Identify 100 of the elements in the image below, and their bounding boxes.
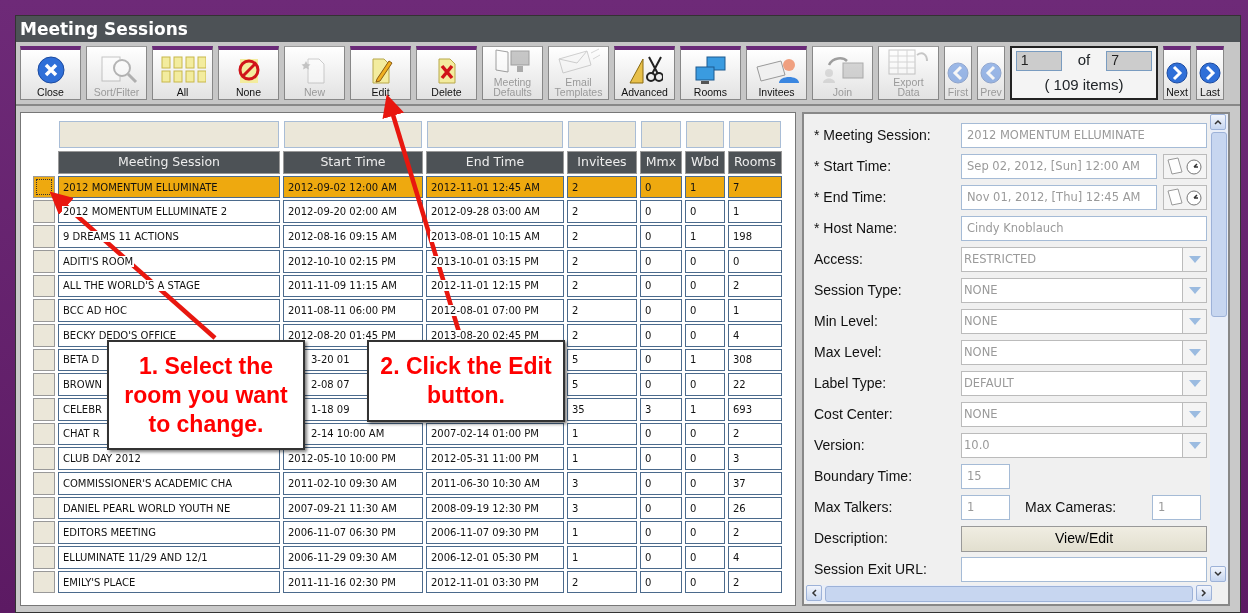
table-cell: 3 (640, 397, 682, 421)
toolbar-button[interactable]: Invitees (746, 46, 807, 100)
number-field[interactable]: 1 (1152, 495, 1202, 520)
callout: 1. Select the room you want to change. (107, 340, 305, 450)
dropdown-arrow-icon[interactable] (1188, 380, 1201, 387)
text-field[interactable]: 2012 MOMENTUM ELLUMINATE (961, 123, 1207, 148)
table-cell: ALL THE WORLD'S A STAGE (58, 274, 280, 298)
field-label: Session Exit URL: (814, 560, 928, 579)
number-field[interactable]: 1 (961, 495, 1010, 520)
dropdown[interactable]: NONE (961, 278, 1207, 303)
field-label: * Host Name: (814, 219, 899, 238)
callout: 2. Click the Edit button. (367, 340, 565, 422)
text-field[interactable]: Cindy Knoblauch (961, 216, 1207, 241)
dropdown-arrow-icon[interactable] (1188, 287, 1201, 294)
column-header[interactable]: Meeting Session (58, 151, 280, 174)
table-cell: 0 (640, 348, 682, 372)
scroll-up-icon[interactable] (1214, 119, 1222, 125)
filter-field[interactable] (729, 121, 781, 148)
table-cell: 0 (640, 447, 682, 470)
filter-field[interactable] (427, 121, 563, 148)
table-cell: 2 (567, 570, 637, 594)
column-header[interactable]: End Time (426, 151, 564, 174)
table-cell: 1 (728, 200, 782, 224)
toolbar-button[interactable]: Edit (350, 46, 411, 100)
field-label: Max Cameras: (1025, 498, 1117, 517)
table-cell: 0 (685, 570, 725, 594)
dropdown-arrow-icon[interactable] (1188, 256, 1201, 263)
dropdown[interactable]: DEFAULT (961, 371, 1207, 396)
table-cell: 2012-11-01 12:45 AM (426, 175, 564, 199)
table-cell: 2012-05-10 10:00 PM (283, 447, 423, 470)
dropdown[interactable]: NONE (961, 402, 1207, 427)
dropdown-arrow-icon[interactable] (1188, 349, 1201, 356)
table-cell: 0 (640, 274, 682, 298)
table-cell: 2 (567, 200, 637, 224)
table-cell: DANIEL PEARL WORLD YOUTH NE (58, 496, 280, 520)
dropdown-arrow-icon[interactable] (1188, 442, 1201, 449)
table-cell: 0 (640, 225, 682, 248)
toolbar-button[interactable]: Close (20, 46, 81, 100)
text-field[interactable] (961, 557, 1207, 582)
scroll-left-icon[interactable] (811, 589, 817, 597)
view-edit-button[interactable]: View/Edit (961, 525, 1207, 552)
filter-field[interactable] (641, 121, 681, 148)
table-cell: 0 (685, 274, 725, 298)
column-header[interactable]: Invitees (567, 151, 637, 174)
spreadsheet-icon (886, 47, 931, 75)
column-header[interactable]: Start Time (283, 151, 423, 174)
toolbar-button[interactable]: Rooms (680, 46, 741, 100)
scroll-right-icon[interactable] (1201, 589, 1207, 597)
date-field[interactable]: Sep 02, 2012, [Sun] 12:00 AM (961, 154, 1157, 179)
table-cell: 0 (685, 299, 725, 322)
close-icon (35, 55, 66, 85)
dropdown[interactable]: 10.0 (961, 433, 1207, 458)
table-cell: EDITORS MEETING (58, 521, 280, 545)
field-label: Min Level: (814, 312, 879, 331)
dropdown-arrow-icon[interactable] (1188, 318, 1201, 325)
dropdown[interactable]: NONE (961, 309, 1207, 334)
dropdown[interactable]: RESTRICTED (961, 247, 1207, 272)
calendar-clock-icon[interactable] (1163, 185, 1207, 210)
toolbar-button[interactable]: Advanced (614, 46, 675, 100)
table-cell: 0 (640, 249, 682, 273)
scroll-down-icon[interactable] (1214, 571, 1222, 577)
toolbar-button[interactable]: Delete (416, 46, 477, 100)
window-title: Meeting Sessions (16, 16, 1240, 42)
table-cell: 2011-06-30 10:30 AM (426, 472, 564, 495)
pager-text: of (1077, 50, 1091, 71)
table-cell: 0 (640, 570, 682, 594)
table-cell: 0 (640, 299, 682, 322)
dropdown-arrow-icon[interactable] (1188, 411, 1201, 418)
table-cell: 2007-09-21 11:30 AM (283, 496, 423, 520)
horizontal-scrollbar[interactable] (806, 585, 1212, 603)
filter-field[interactable] (59, 121, 279, 148)
table-cell: 2012-11-01 03:30 PM (426, 570, 564, 594)
table-cell: 2006-12-01 05:30 PM (426, 546, 564, 569)
filter-field[interactable] (568, 121, 636, 148)
table-cell: 35 (567, 397, 637, 421)
toolbar-button[interactable]: None (218, 46, 279, 100)
field-label: * Start Time: (814, 157, 893, 176)
column-header[interactable]: Mmx (640, 151, 682, 174)
row-selector[interactable] (33, 175, 55, 199)
filter-field[interactable] (284, 121, 422, 148)
table-cell: ELLUMINATE 11/29 AND 12/1 (58, 546, 280, 569)
dropdown[interactable]: NONE (961, 340, 1207, 365)
table-cell: 9 DREAMS 11 ACTIONS (58, 225, 280, 248)
date-field[interactable]: Nov 01, 2012, [Thu] 12:45 AM (961, 185, 1157, 210)
number-field[interactable]: 15 (961, 464, 1010, 489)
table-cell: 2012 MOMENTUM ELLUMINATE 2 (58, 200, 280, 224)
table-cell: 2006-11-29 09:30 AM (283, 546, 423, 569)
page-count-field[interactable]: 7 (1106, 50, 1153, 71)
vertical-scrollbar[interactable] (1210, 114, 1228, 582)
toolbar-button[interactable]: Next (1163, 46, 1191, 100)
table-cell: 2011-08-11 06:00 PM (283, 299, 423, 322)
toolbar-button[interactable]: Last (1196, 46, 1224, 100)
field-label: * End Time: (814, 188, 888, 207)
calendar-clock-icon[interactable] (1163, 154, 1207, 179)
filter-field[interactable] (686, 121, 724, 148)
table-cell: 2007-02-14 01:00 PM (426, 422, 564, 446)
toolbar-button[interactable]: All (152, 46, 213, 100)
page-field[interactable]: 1 (1015, 50, 1062, 71)
column-header[interactable]: Wbd (685, 151, 725, 174)
column-header[interactable]: Rooms (728, 151, 782, 174)
